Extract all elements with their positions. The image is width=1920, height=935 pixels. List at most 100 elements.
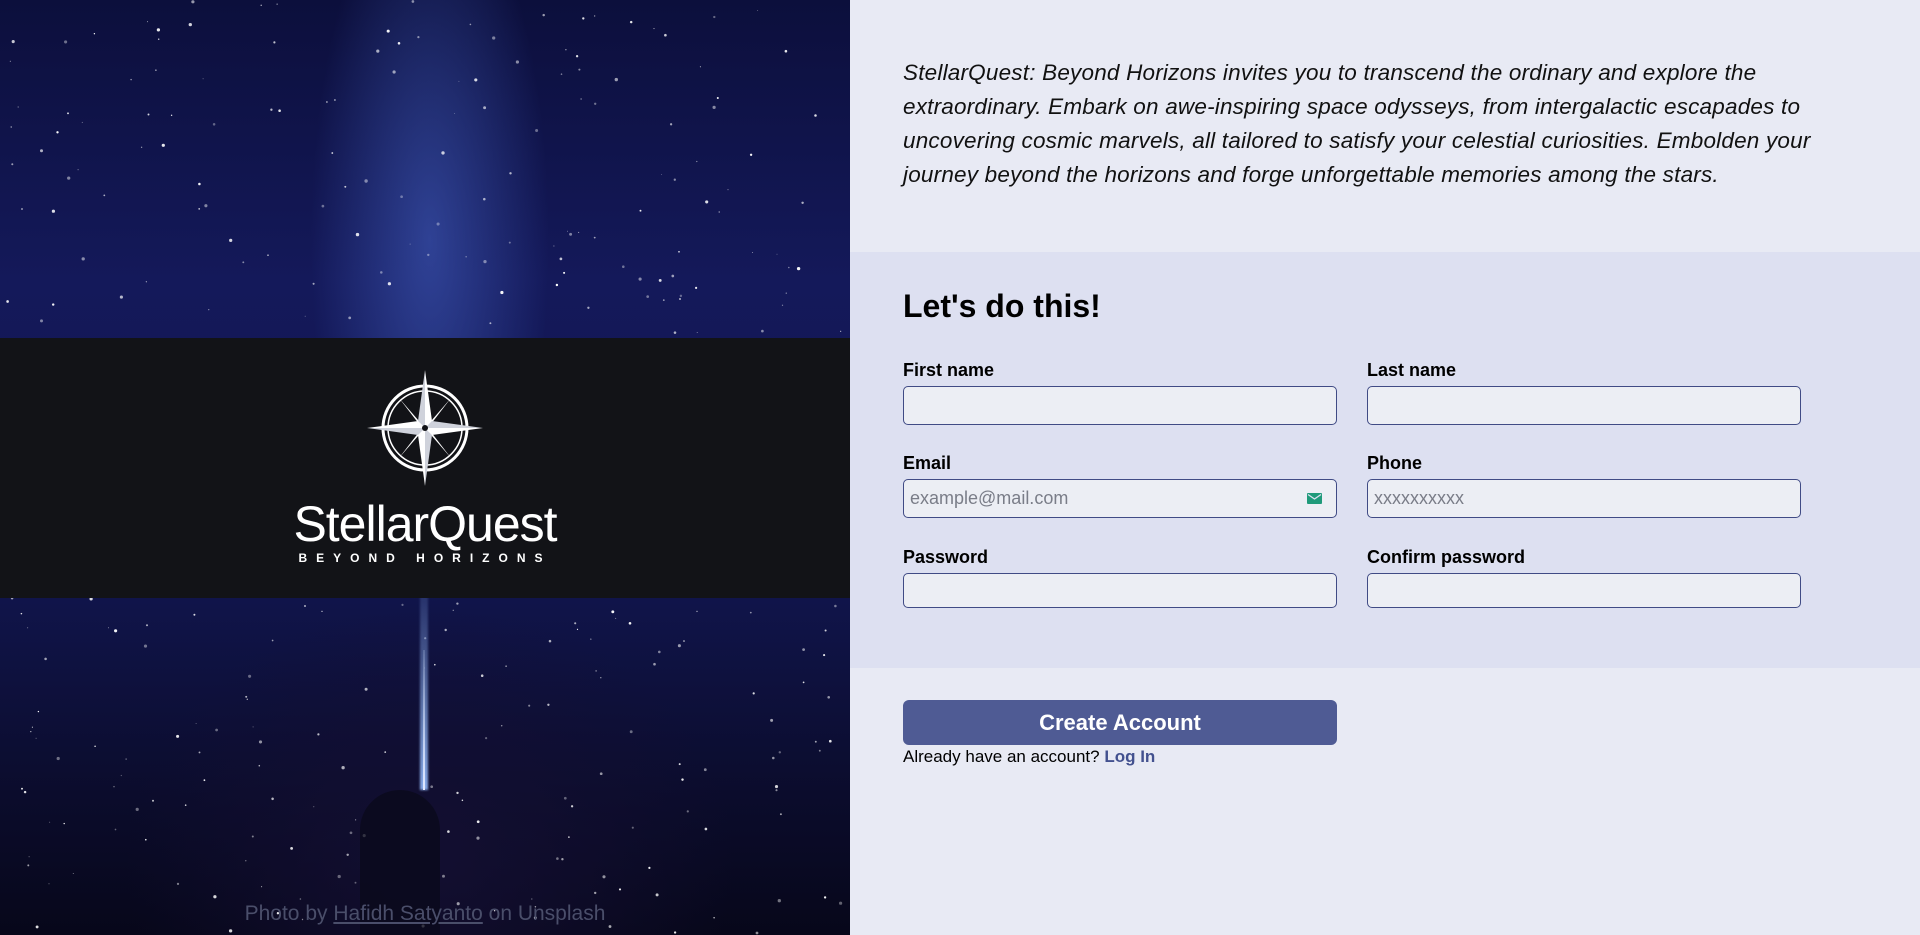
star <box>828 739 832 743</box>
star <box>834 604 837 608</box>
confirm-password-input[interactable] <box>1368 574 1800 607</box>
star <box>441 151 445 155</box>
compass-logo-icon <box>367 370 483 486</box>
star <box>587 306 590 309</box>
star <box>56 756 60 761</box>
star <box>242 261 245 264</box>
star <box>198 182 201 186</box>
star <box>673 331 677 334</box>
star <box>203 779 206 782</box>
star <box>779 813 782 816</box>
star <box>64 40 68 44</box>
star <box>827 695 831 699</box>
star <box>119 295 123 299</box>
star <box>594 15 596 17</box>
confirm-password-group: Confirm password <box>1367 547 1801 608</box>
star <box>570 805 574 808</box>
star <box>130 78 132 81</box>
star <box>67 176 71 180</box>
phone-input[interactable] <box>1368 480 1800 517</box>
password-group: Password <box>903 547 1337 608</box>
star <box>535 129 539 132</box>
star <box>713 15 716 19</box>
star <box>575 55 579 58</box>
star <box>114 629 118 633</box>
star <box>824 629 827 632</box>
star <box>344 185 347 188</box>
credit-author-link[interactable]: Hafidh Satyanto <box>333 902 482 925</box>
star <box>716 96 719 100</box>
star <box>355 232 360 237</box>
star <box>705 200 709 204</box>
star <box>752 252 754 253</box>
star <box>386 29 390 33</box>
star <box>392 70 396 74</box>
create-account-button[interactable]: Create Account <box>903 700 1337 745</box>
star <box>565 49 567 51</box>
star <box>788 266 790 269</box>
star <box>452 609 454 611</box>
star <box>245 695 248 698</box>
star <box>622 265 625 268</box>
email-input[interactable] <box>904 480 1336 517</box>
star <box>474 78 478 82</box>
star <box>161 143 165 147</box>
first-name-label: First name <box>903 360 995 380</box>
star <box>801 201 804 205</box>
star <box>72 872 74 875</box>
star <box>582 17 585 20</box>
star <box>337 874 341 879</box>
star <box>465 256 467 258</box>
star <box>755 931 759 935</box>
login-prompt-text: Already have an account? <box>903 747 1100 766</box>
star <box>267 254 269 256</box>
first-name-input[interactable] <box>904 387 1336 424</box>
star <box>145 624 149 627</box>
phone-group: Phone <box>1367 453 1801 518</box>
star <box>48 883 50 885</box>
password-input[interactable] <box>904 574 1336 607</box>
star <box>749 611 752 614</box>
star <box>251 835 254 838</box>
star <box>195 723 197 725</box>
star <box>44 657 47 661</box>
star <box>278 109 281 112</box>
star <box>77 169 79 171</box>
star <box>304 315 306 317</box>
star <box>703 768 707 772</box>
star <box>312 282 315 285</box>
star <box>21 787 23 790</box>
star <box>599 772 603 776</box>
star <box>500 290 504 295</box>
star <box>555 283 559 287</box>
star <box>447 830 450 833</box>
star <box>51 209 56 213</box>
star <box>204 204 208 208</box>
star <box>802 648 805 651</box>
star <box>614 77 618 82</box>
star <box>271 797 274 801</box>
star <box>712 105 716 109</box>
star <box>17 106 19 108</box>
star <box>802 681 805 684</box>
login-link[interactable]: Log In <box>1104 747 1155 766</box>
star <box>547 703 550 706</box>
star <box>81 257 85 261</box>
star <box>563 796 567 800</box>
star <box>673 931 677 934</box>
star <box>602 875 606 879</box>
star <box>170 114 173 116</box>
star <box>576 628 579 631</box>
login-prompt: Already have an account? Log In <box>903 747 1155 767</box>
star <box>176 734 180 738</box>
star <box>657 650 661 654</box>
star <box>568 836 570 838</box>
star <box>246 698 248 700</box>
last-name-input[interactable] <box>1368 387 1800 424</box>
star <box>198 751 201 754</box>
star <box>51 303 55 306</box>
star <box>563 271 566 274</box>
star <box>578 231 580 233</box>
star <box>553 245 555 247</box>
star <box>662 299 665 301</box>
